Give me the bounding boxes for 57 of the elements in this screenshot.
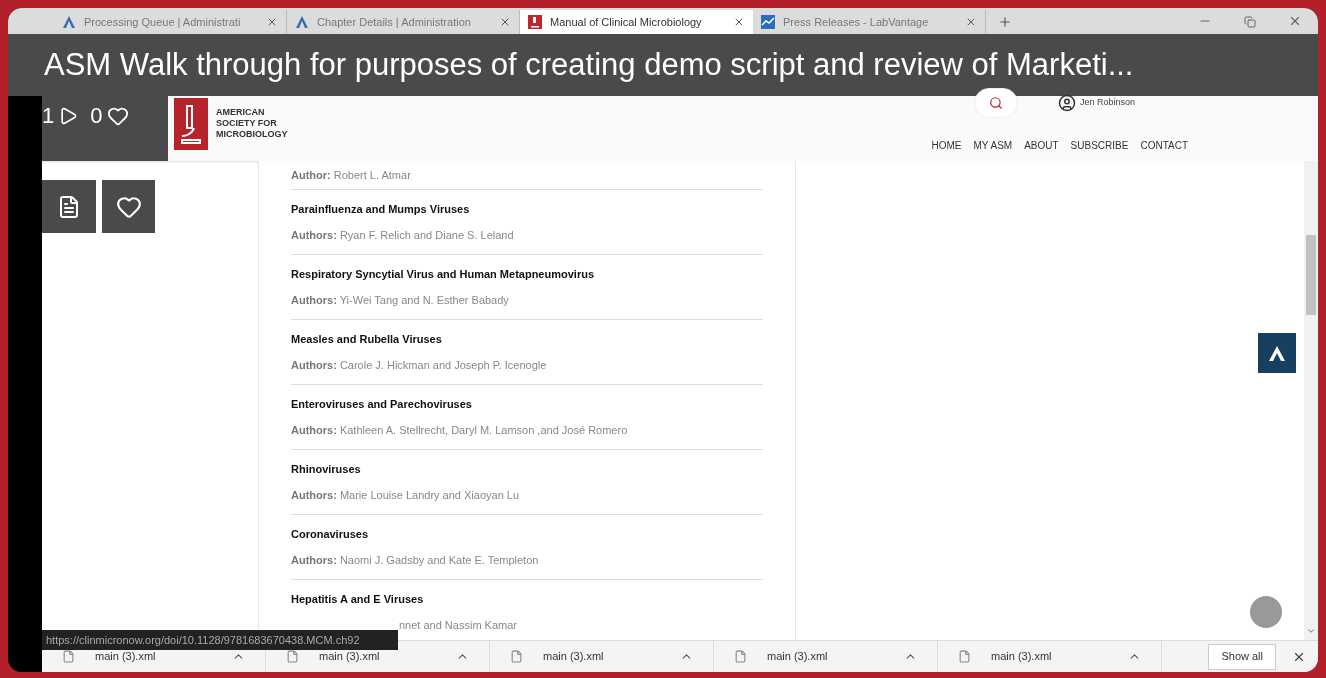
close-icon[interactable] xyxy=(499,16,511,28)
file-icon xyxy=(734,650,747,663)
chapter-title[interactable]: Parainfluenza and Mumps Viruses xyxy=(291,200,763,217)
new-tab-icon[interactable] xyxy=(998,15,1012,29)
file-icon xyxy=(510,650,523,663)
chapter-authors: Authors: Carole J. Hickman and Joseph P. Icenogle xyxy=(291,358,548,373)
chapter-title[interactable]: Measles and Rubella Viruses xyxy=(291,330,763,347)
file-icon xyxy=(286,650,299,663)
nav-link[interactable]: ABOUT xyxy=(1024,138,1059,153)
a-logo-icon xyxy=(62,15,76,29)
file-icon xyxy=(958,650,971,663)
browser-tab[interactable]: Manual of Clinical Microbiology xyxy=(520,10,753,34)
like-count: 0 xyxy=(90,102,103,130)
nav-link[interactable]: SUBSCRIBE xyxy=(1070,138,1129,153)
search-icon xyxy=(989,96,1003,110)
nav-link[interactable]: MY ASM xyxy=(973,138,1013,153)
user-name[interactable]: Jen Robinson xyxy=(1080,96,1136,110)
chart-logo-icon xyxy=(761,15,775,29)
status-url-tooltip: https://clinmicronow.org/doi/10.1128/9781683670438.MCM.ch92 xyxy=(42,630,398,650)
close-icon[interactable] xyxy=(965,16,977,28)
chapter-authors: Authors: Yi-Wei Tang and N. Esther Babady xyxy=(291,293,510,308)
video-title: ASM Walk through for purposes of creating demo script and review of Marketi... xyxy=(44,45,1134,84)
play-icon xyxy=(58,105,79,126)
show-all-button[interactable]: Show all xyxy=(1208,643,1276,670)
chapter-authors: Authors: Ryan F. Relich and Diane S. Leland xyxy=(291,228,515,243)
restore-icon[interactable] xyxy=(1244,16,1256,28)
chapter-title[interactable]: Respiratory Syncytial Virus and Human Metapneumovirus xyxy=(291,265,763,282)
download-item[interactable]: main (3).xml xyxy=(938,641,1162,672)
favorite-button[interactable] xyxy=(102,180,155,233)
chapter-authors: nnet and Nassim Kamar xyxy=(399,618,518,633)
logo-text: SOCIETY FOR xyxy=(216,118,278,129)
close-icon[interactable] xyxy=(733,16,745,28)
a-logo-icon xyxy=(295,15,309,29)
close-icon[interactable] xyxy=(1288,14,1302,28)
chapter-authors: Authors: Marie Louise Landry and Xiaoyan Lu xyxy=(291,488,521,503)
chapter-title[interactable]: Enteroviruses and Parechoviruses xyxy=(291,395,763,412)
chapter-authors: Authors: Kathleen A. Stellrecht, Daryl M. Lamson ,and José Romero xyxy=(291,423,629,438)
add-to-list-button[interactable] xyxy=(42,180,96,233)
close-icon[interactable] xyxy=(266,16,278,28)
user-icon xyxy=(1058,94,1076,112)
scroll-down-icon[interactable] xyxy=(1306,626,1316,636)
nav-link[interactable]: HOME xyxy=(931,138,962,153)
chapter-title[interactable]: Rhinoviruses xyxy=(291,460,763,477)
download-item[interactable]: main (3).xml xyxy=(714,641,938,672)
download-item[interactable]: main (3).xml xyxy=(490,641,714,672)
chapter-authors: Author: Robert L. Atmar xyxy=(291,167,412,183)
search-button[interactable] xyxy=(974,88,1018,118)
file-icon xyxy=(62,650,75,663)
a-logo-icon xyxy=(1268,345,1286,361)
logo-text: MICROBIOLOGY xyxy=(216,129,288,140)
chapter-title[interactable]: Hepatitis A and E Viruses xyxy=(291,590,763,607)
chapter-authors: Authors: Naomi J. Gadsby and Kate E. Templeton xyxy=(291,553,540,568)
nav-link[interactable]: CONTACT xyxy=(1140,138,1188,153)
a-logo-button[interactable] xyxy=(1258,333,1296,373)
logo-text: AMERICAN xyxy=(216,107,266,118)
play-count: 1 xyxy=(42,102,55,130)
chapter-title[interactable]: Coronaviruses xyxy=(291,525,763,542)
